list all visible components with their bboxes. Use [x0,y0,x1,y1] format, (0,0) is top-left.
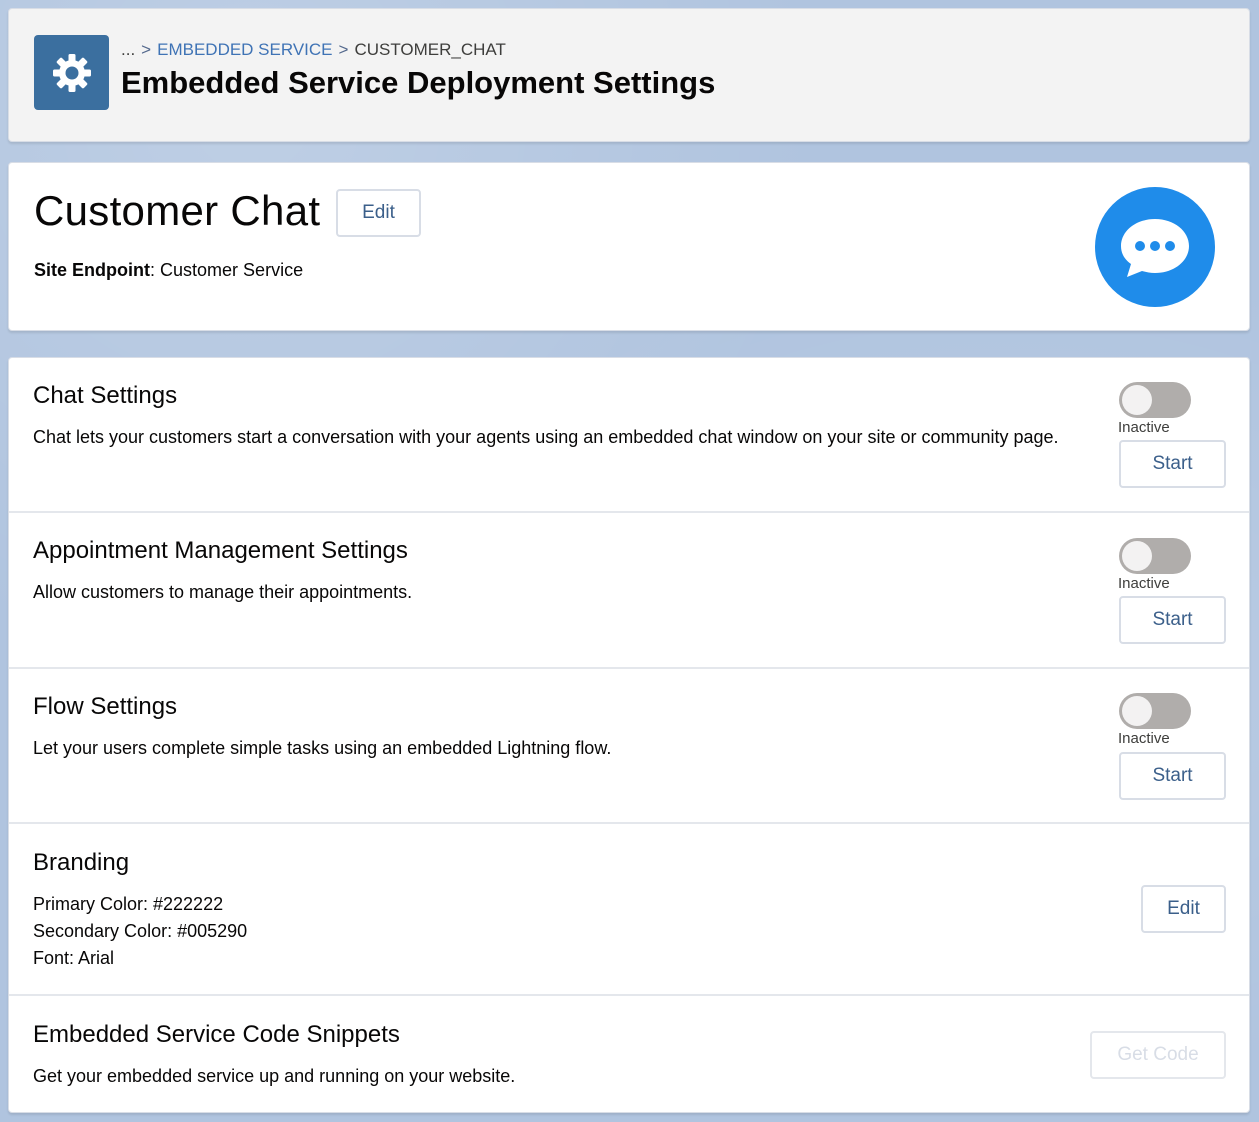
flow-settings-toggle[interactable] [1119,693,1191,729]
branding-primary-color: Primary Color: #222222 [33,894,224,914]
chat-settings-description: Chat lets your customers start a convers… [33,427,1059,447]
page-title: Embedded Service Deployment Settings [121,65,716,100]
breadcrumb-link-embedded-service[interactable]: EMBEDDED SERVICE [157,40,332,59]
record-name: Customer Chat [34,187,321,234]
appointment-settings-status: Inactive [1118,575,1170,592]
branding-title: Branding [33,849,130,876]
code-snippets-description: Get your embedded service up and running… [33,1066,516,1086]
appointment-settings-section: Appointment Management Settings Allow cu… [9,513,1249,669]
breadcrumb-ellipsis[interactable]: ... [121,40,135,59]
settings-card: Chat Settings Chat lets your customers s… [8,357,1250,1113]
branding-section: Branding Primary Color: #222222 Secondar… [9,824,1249,996]
gear-icon [34,35,109,110]
toggle-knob [1122,696,1152,726]
site-endpoint-label: Site Endpoint [34,260,150,280]
flow-settings-description: Let your users complete simple tasks usi… [33,738,612,758]
chat-settings-section: Chat Settings Chat lets your customers s… [9,358,1249,513]
flow-settings-title: Flow Settings [33,693,178,720]
branding-edit-button[interactable]: Edit [1141,885,1226,933]
site-endpoint-separator: : [150,260,156,280]
chat-bubble-icon [1095,187,1215,307]
site-endpoint: Site Endpoint: Customer Service [34,260,303,281]
get-code-button[interactable]: Get Code [1090,1031,1226,1079]
record-card: Customer Chat Edit Site Endpoint: Custom… [8,162,1250,331]
breadcrumb-separator: > [141,40,152,59]
breadcrumb: ... > EMBEDDED SERVICE > CUSTOMER_CHAT [121,40,506,60]
branding-font: Font: Arial [33,948,115,968]
flow-settings-status: Inactive [1118,730,1170,747]
edit-record-button[interactable]: Edit [336,189,421,237]
code-snippets-title: Embedded Service Code Snippets [33,1021,400,1048]
breadcrumb-separator: > [338,40,349,59]
chat-settings-title: Chat Settings [33,382,178,409]
chat-settings-status: Inactive [1118,419,1170,436]
flow-settings-section: Flow Settings Let your users complete si… [9,669,1249,824]
toggle-knob [1122,385,1152,415]
chat-settings-start-button[interactable]: Start [1119,440,1226,488]
appointment-settings-title: Appointment Management Settings [33,537,408,564]
code-snippets-section: Embedded Service Code Snippets Get your … [9,996,1249,1114]
appointment-settings-toggle[interactable] [1119,538,1191,574]
breadcrumb-current: CUSTOMER_CHAT [354,40,506,59]
chat-settings-toggle[interactable] [1119,382,1191,418]
appointment-settings-description: Allow customers to manage their appointm… [33,582,413,602]
toggle-knob [1122,541,1152,571]
site-endpoint-value: Customer Service [160,260,304,280]
branding-secondary-color: Secondary Color: #005290 [33,921,248,941]
flow-settings-start-button[interactable]: Start [1119,752,1226,800]
page-header: ... > EMBEDDED SERVICE > CUSTOMER_CHAT Embed… [8,8,1250,142]
appointment-settings-start-button[interactable]: Start [1119,596,1226,644]
